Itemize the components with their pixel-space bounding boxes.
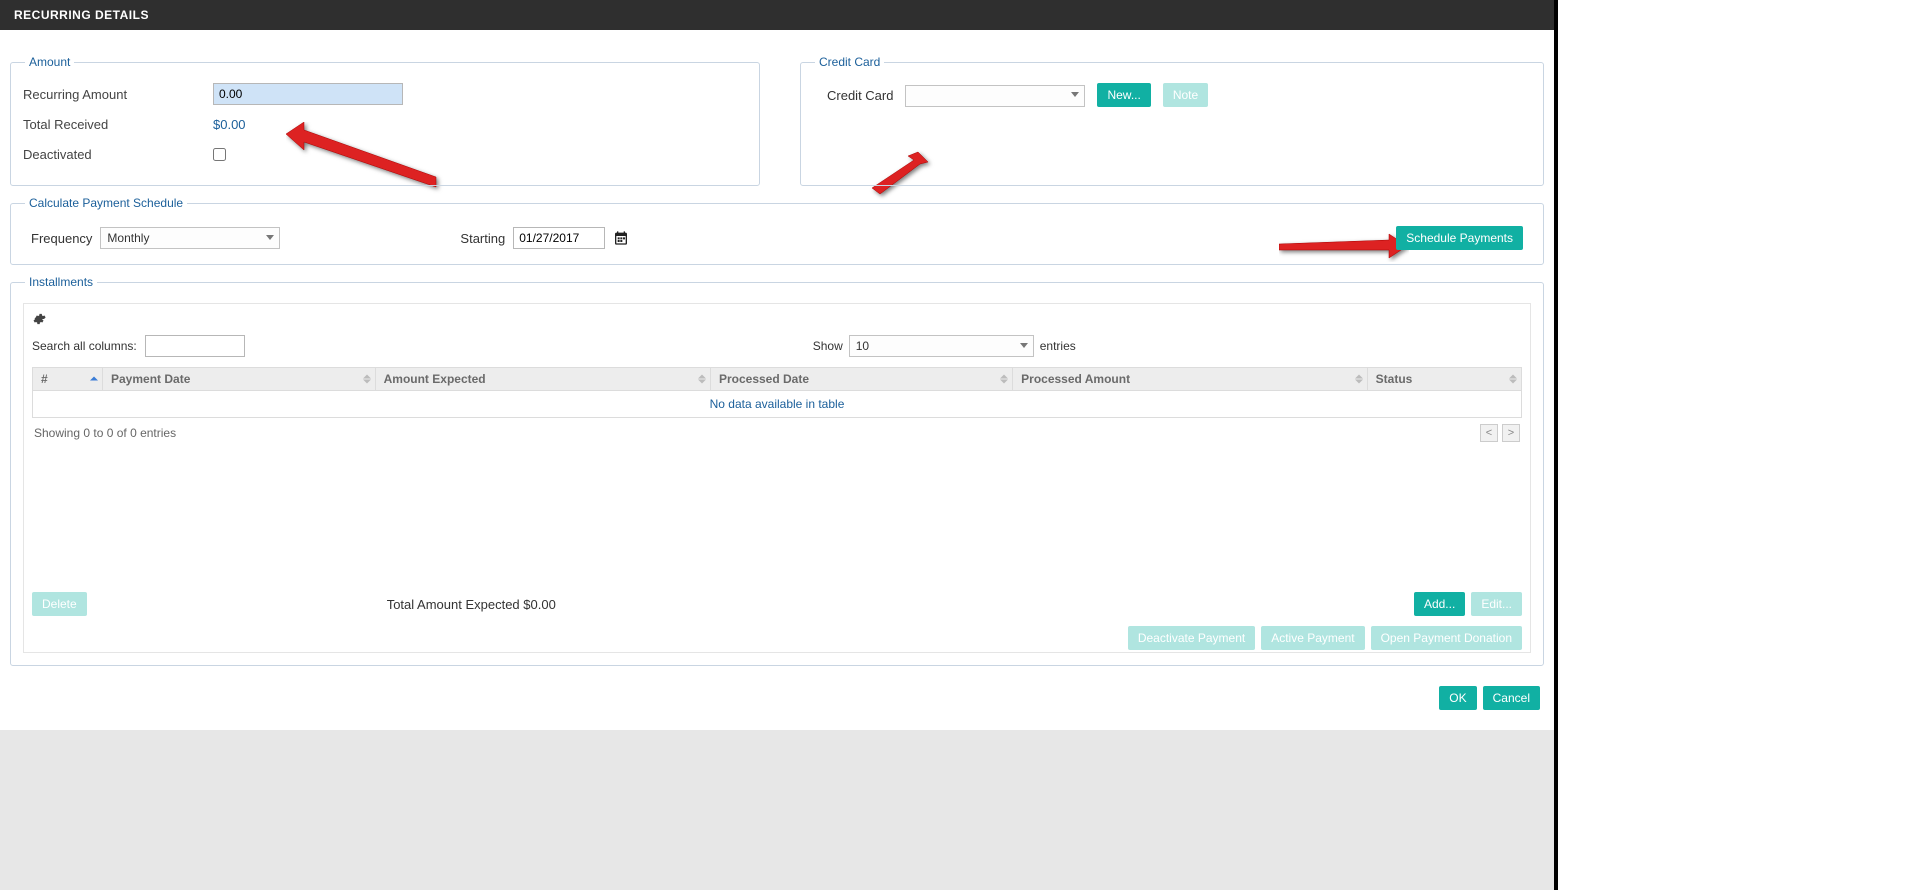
page-size-select[interactable]: 10: [849, 335, 1034, 357]
edit-button[interactable]: Edit...: [1471, 592, 1522, 616]
calendar-icon[interactable]: [613, 230, 629, 247]
gear-icon[interactable]: [32, 314, 46, 329]
ok-button[interactable]: OK: [1439, 686, 1476, 710]
frequency-label: Frequency: [31, 231, 92, 246]
credit-card-legend: Credit Card: [815, 55, 884, 69]
frequency-select[interactable]: Monthly: [100, 227, 280, 249]
installments-legend: Installments: [25, 275, 97, 289]
col-processed-date[interactable]: Processed Date: [710, 368, 1012, 391]
dialog-title: RECURRING DETAILS: [0, 0, 1554, 30]
open-payment-donation-button[interactable]: Open Payment Donation: [1371, 626, 1522, 650]
pager-prev-button[interactable]: <: [1480, 424, 1498, 442]
schedule-payments-button[interactable]: Schedule Payments: [1396, 226, 1523, 250]
schedule-legend: Calculate Payment Schedule: [25, 196, 187, 210]
new-credit-card-button[interactable]: New...: [1097, 83, 1150, 107]
no-data-cell: No data available in table: [33, 391, 1522, 418]
add-button[interactable]: Add...: [1414, 592, 1465, 616]
total-received-label: Total Received: [23, 117, 213, 132]
pager-next-button[interactable]: >: [1502, 424, 1520, 442]
recurring-amount-input[interactable]: [213, 83, 403, 105]
credit-card-label: Credit Card: [827, 88, 893, 103]
table-header-row: # Payment Date Amount Expected: [33, 368, 1522, 391]
search-all-columns-label: Search all columns:: [32, 339, 137, 353]
search-input[interactable]: [145, 335, 245, 357]
deactivated-label: Deactivated: [23, 147, 213, 162]
schedule-fieldset: Calculate Payment Schedule Frequency Mon…: [10, 196, 1544, 265]
credit-card-fieldset: Credit Card Credit Card New... Note: [800, 55, 1544, 186]
entries-label: entries: [1040, 339, 1076, 353]
delete-button[interactable]: Delete: [32, 592, 87, 616]
deactivate-payment-button[interactable]: Deactivate Payment: [1128, 626, 1255, 650]
starting-date-input[interactable]: [513, 227, 605, 249]
col-number[interactable]: #: [33, 368, 103, 391]
total-received-value: $0.00: [213, 117, 246, 132]
total-amount-expected: Total Amount Expected $0.00: [387, 597, 556, 612]
col-amount-expected[interactable]: Amount Expected: [375, 368, 710, 391]
col-processed-amount[interactable]: Processed Amount: [1013, 368, 1368, 391]
table-row: No data available in table: [33, 391, 1522, 418]
note-button[interactable]: Note: [1163, 83, 1208, 107]
credit-card-select[interactable]: [905, 85, 1085, 107]
amount-fieldset: Amount Recurring Amount Total Received $…: [10, 55, 760, 186]
deactivated-checkbox[interactable]: [213, 148, 226, 161]
show-label: Show: [813, 339, 843, 353]
amount-legend: Amount: [25, 55, 74, 69]
showing-text: Showing 0 to 0 of 0 entries: [34, 426, 176, 440]
starting-label: Starting: [460, 231, 505, 246]
installments-fieldset: Installments Search all columns: Show 10: [10, 275, 1544, 666]
recurring-amount-label: Recurring Amount: [23, 87, 213, 102]
installments-table: # Payment Date Amount Expected: [32, 367, 1522, 418]
active-payment-button[interactable]: Active Payment: [1261, 626, 1364, 650]
col-payment-date[interactable]: Payment Date: [103, 368, 376, 391]
col-status[interactable]: Status: [1367, 368, 1521, 391]
footer-strip: [0, 730, 1554, 890]
cancel-button[interactable]: Cancel: [1483, 686, 1540, 710]
